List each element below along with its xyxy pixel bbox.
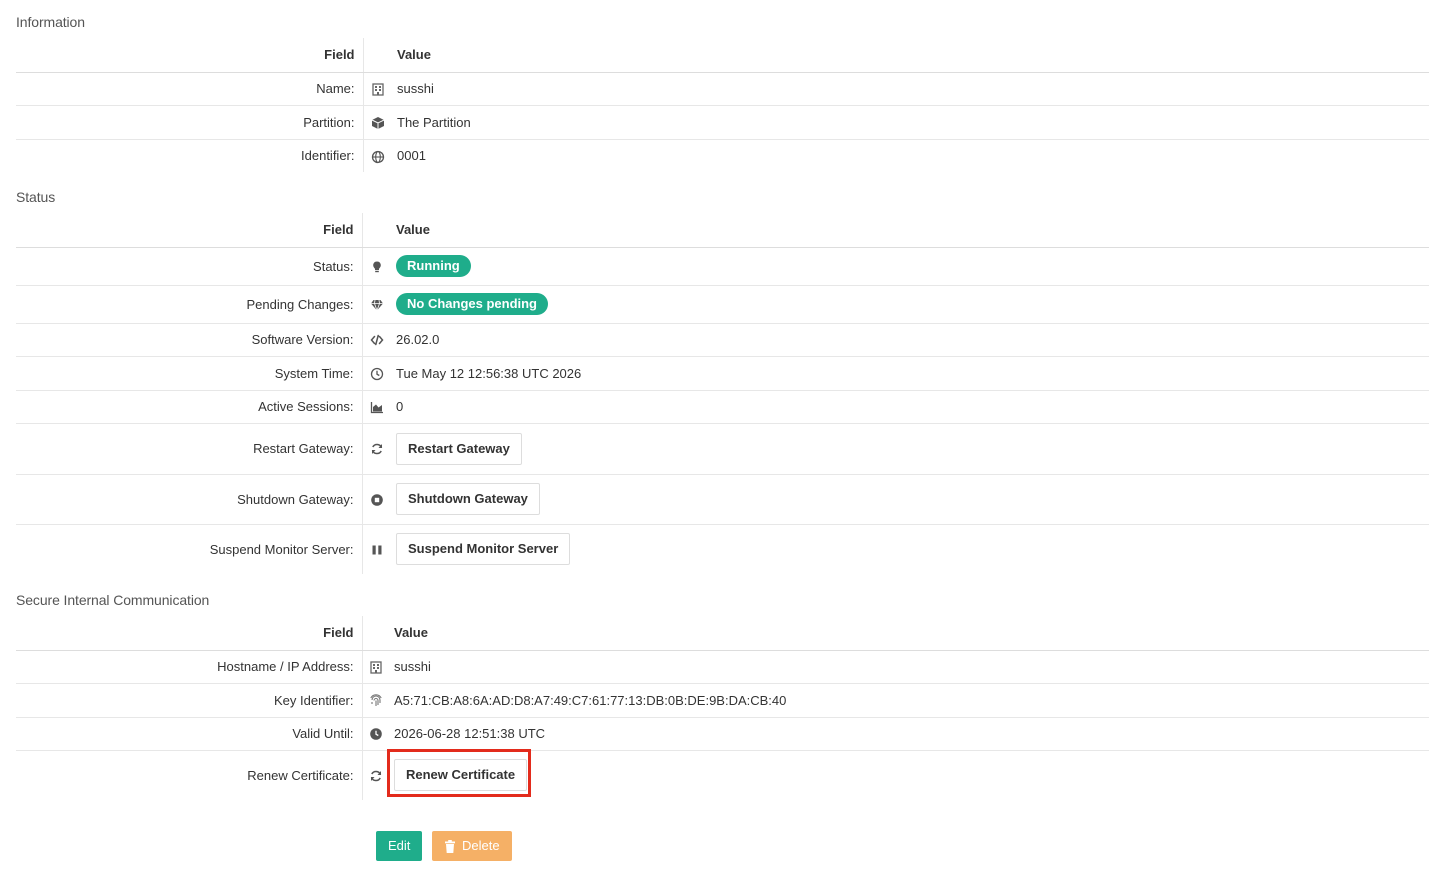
table-row: Identifier: 0001 — [16, 139, 1429, 172]
row-label: Status: — [16, 247, 363, 286]
row-value: Tue May 12 12:56:38 UTC 2026 — [392, 356, 1429, 391]
header-field: Field — [16, 38, 364, 73]
table-row: Key Identifier: A5:71:CB:A8:6A:AD:D8:A7:… — [16, 683, 1429, 718]
row-label: Partition: — [16, 105, 364, 140]
table-row: Valid Until: 2026-06-28 12:51:38 UTC — [16, 717, 1429, 751]
row-value: 0 — [392, 390, 1429, 424]
shutdown-gateway-button[interactable]: Shutdown Gateway — [396, 483, 540, 515]
row-label: Suspend Monitor Server: — [16, 524, 363, 574]
row-label: Pending Changes: — [16, 285, 363, 324]
row-value: 0001 — [397, 148, 426, 164]
table-row: Pending Changes: No Changes pending — [16, 285, 1429, 324]
status-table: Field Value Status: Running Pending Chan… — [16, 213, 1429, 574]
table-row: Restart Gateway: Restart Gateway — [16, 423, 1429, 475]
row-label: Key Identifier: — [16, 683, 363, 718]
stop-circle-icon — [370, 493, 384, 507]
delete-button[interactable]: Delete — [432, 831, 512, 861]
diamond-icon — [370, 298, 384, 312]
header-value: Value — [390, 616, 1429, 651]
edit-button[interactable]: Edit — [376, 831, 423, 861]
row-value: The Partition — [393, 105, 1429, 140]
row-value: 2026-06-28 12:51:38 UTC — [390, 717, 1429, 751]
delete-button-label: Delete — [462, 838, 500, 853]
table-header-row: Field Value — [16, 616, 1429, 651]
refresh-icon — [370, 442, 384, 456]
table-row: Shutdown Gateway: Shutdown Gateway — [16, 474, 1429, 525]
row-value: susshi — [390, 650, 1429, 684]
table-row: System Time: Tue May 12 12:56:38 UTC 202… — [16, 356, 1429, 391]
area-chart-icon — [370, 400, 384, 414]
section-title-status: Status — [16, 189, 56, 205]
lightbulb-icon — [370, 260, 384, 274]
header-value: Value — [393, 38, 1429, 73]
building-icon — [371, 82, 385, 96]
row-label: Shutdown Gateway: — [16, 474, 363, 525]
table-header-row: Field Value — [16, 213, 1429, 248]
row-label: Valid Until: — [16, 717, 363, 751]
row-label: Software Version: — [16, 323, 363, 357]
refresh-icon — [369, 769, 383, 783]
secure-communication-table: Field Value Hostname / IP Address: sussh… — [16, 616, 1429, 800]
row-label: Renew Certificate: — [16, 750, 363, 800]
table-row: Software Version: 26.02.0 — [16, 323, 1429, 357]
building-icon — [369, 660, 383, 674]
table-row: Status: Running — [16, 247, 1429, 286]
section-title-secure-internal-communication: Secure Internal Communication — [16, 592, 210, 608]
table-row: Name: susshi — [16, 72, 1429, 106]
clock-icon — [370, 367, 384, 381]
row-label: System Time: — [16, 356, 363, 391]
header-field: Field — [16, 616, 363, 651]
row-label: Identifier: — [16, 139, 364, 172]
section-title-information: Information — [16, 14, 85, 30]
header-value: Value — [392, 213, 1429, 248]
row-value: susshi — [393, 72, 1429, 106]
row-label: Restart Gateway: — [16, 423, 363, 475]
highlight-box — [387, 749, 531, 797]
information-table: Field Value Name: susshi Partition: The … — [16, 38, 1429, 172]
clock-solid-icon — [369, 727, 383, 741]
header-field: Field — [16, 213, 363, 248]
table-header-row: Field Value — [16, 38, 1429, 73]
suspend-monitor-server-button[interactable]: Suspend Monitor Server — [396, 533, 571, 566]
status-badge: Running — [396, 255, 471, 277]
table-row: Partition: The Partition — [16, 105, 1429, 140]
row-value: A5:71:CB:A8:6A:AD:D8:A7:49:C7:61:77:13:D… — [390, 683, 1429, 718]
code-icon — [370, 333, 384, 347]
row-label: Active Sessions: — [16, 390, 363, 424]
table-row: Renew Certificate: Renew Certificate — [16, 750, 1429, 800]
row-value: 26.02.0 — [392, 323, 1429, 357]
table-row: Active Sessions: 0 — [16, 390, 1429, 424]
pause-icon — [370, 543, 384, 557]
row-label: Hostname / IP Address: — [16, 650, 363, 684]
row-label: Name: — [16, 72, 364, 106]
trash-icon — [444, 839, 456, 853]
restart-gateway-button[interactable]: Restart Gateway — [396, 432, 522, 465]
cube-icon — [371, 116, 385, 130]
table-row: Suspend Monitor Server: Suspend Monitor … — [16, 524, 1429, 574]
pending-changes-badge: No Changes pending — [396, 293, 548, 315]
fingerprint-icon — [369, 694, 383, 708]
globe-icon — [371, 150, 385, 164]
table-row: Hostname / IP Address: susshi — [16, 650, 1429, 684]
